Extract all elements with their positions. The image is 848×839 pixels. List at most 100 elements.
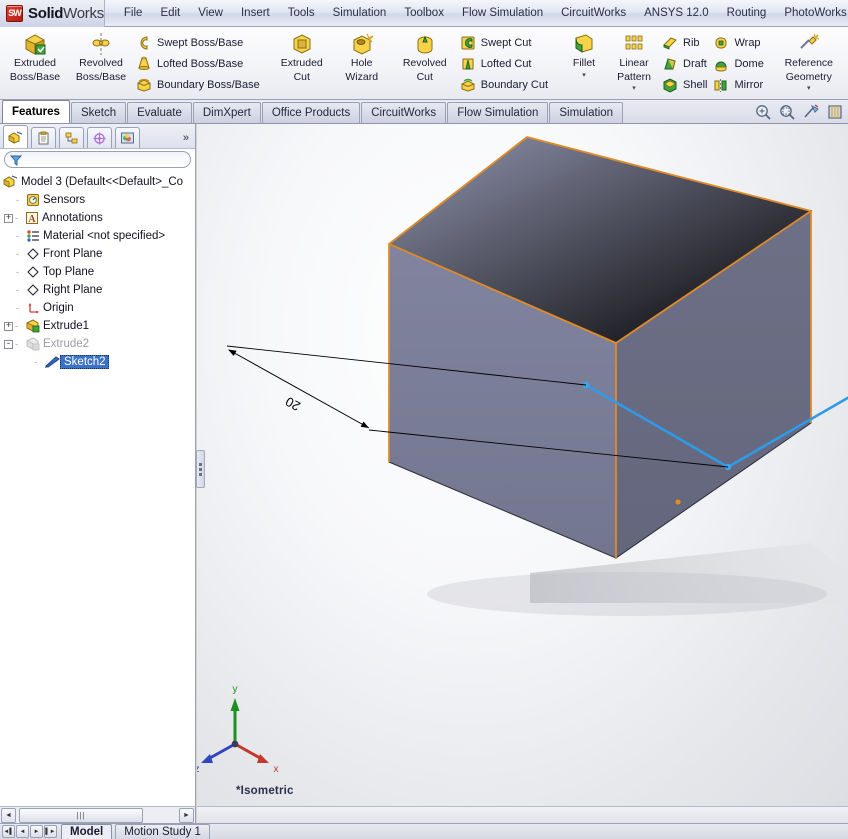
reference-geometry-dropdown-caret[interactable]: ▾	[807, 85, 811, 92]
lofted-cut-button[interactable]: Lofted Cut	[458, 53, 552, 74]
tab-simulation[interactable]: Simulation	[549, 102, 624, 123]
feature-tree-tab[interactable]	[3, 125, 28, 148]
rib-button[interactable]: Rib	[660, 32, 711, 53]
tree-item-extrude1[interactable]: + - Extrude1	[0, 317, 195, 335]
tree-item-model-root[interactable]: Model 3 (Default<<Default>_Co	[0, 173, 195, 191]
panel-splitter-handle[interactable]	[196, 450, 205, 488]
shell-button[interactable]: Shell	[660, 74, 711, 95]
previous-view-icon[interactable]	[802, 103, 820, 121]
scroll-thumb[interactable]: |||	[19, 807, 143, 823]
tab-flow-simulation[interactable]: Flow Simulation	[447, 102, 549, 123]
menu-routing[interactable]: Routing	[718, 4, 776, 22]
tree-label-extrude1: Extrude1	[43, 320, 90, 332]
linear-pattern-dropdown-caret[interactable]: ▾	[632, 85, 636, 92]
bottom-tab-motion-study[interactable]: Motion Study 1	[115, 824, 210, 839]
zoom-to-area-icon[interactable]	[778, 103, 796, 121]
features-small-commands-a: Rib Draft Shell	[660, 29, 711, 95]
extruded-cut-button[interactable]: Extruded Cut	[272, 29, 332, 83]
boundary-cut-button[interactable]: Boundary Cut	[458, 74, 552, 95]
menu-simulation[interactable]: Simulation	[324, 4, 396, 22]
draft-button[interactable]: Draft	[660, 53, 711, 74]
scroll-right-button[interactable]: ►	[179, 807, 194, 823]
scroll-left-button[interactable]: ◄	[1, 807, 16, 823]
tree-item-origin[interactable]: - Origin	[0, 299, 195, 317]
hole-wizard-button[interactable]: Hole Wizard	[332, 29, 392, 83]
tree-item-sketch2[interactable]: - Sketch2	[0, 353, 195, 371]
tree-item-annotations[interactable]: + - A Annotations	[0, 209, 195, 227]
sensors-icon	[27, 194, 39, 206]
tree-guide: -	[15, 321, 19, 331]
configuration-manager-tab[interactable]	[59, 127, 84, 148]
tab-office-products[interactable]: Office Products	[261, 102, 361, 123]
curves-button[interactable]: Curves ▾	[842, 29, 848, 79]
display-manager-tab[interactable]	[115, 127, 140, 148]
extruded-boss-base-button[interactable]: Extruded Boss/Base	[2, 29, 68, 83]
feature-tree-horizontal-scrollbar[interactable]: ◄ ||| ►	[0, 806, 196, 823]
feature-manager-tab-row: »	[0, 124, 195, 149]
swept-boss-base-button[interactable]: Swept Boss/Base	[134, 32, 264, 53]
coordinate-triad: y x z	[197, 684, 279, 775]
menu-tools[interactable]: Tools	[279, 4, 324, 22]
model-canvas[interactable]: 20 y x z	[197, 124, 848, 806]
tree-item-front-plane[interactable]: - Front Plane	[0, 245, 195, 263]
dimxpert-manager-tab[interactable]	[87, 127, 112, 148]
fillet-dropdown-caret[interactable]: ▾	[582, 72, 586, 79]
tree-expander-extrude1[interactable]: +	[4, 321, 13, 331]
nav-prev-button[interactable]: ◄	[16, 825, 29, 838]
nav-first-button[interactable]: ◄▌	[2, 825, 15, 838]
nav-next-button[interactable]: ►	[30, 825, 43, 838]
dome-button[interactable]: Dome	[711, 53, 767, 74]
tab-circuitworks[interactable]: CircuitWorks	[361, 102, 447, 123]
section-view-icon[interactable]	[826, 103, 844, 121]
status-bar	[197, 806, 848, 823]
shell-label: Shell	[683, 78, 708, 91]
fillet-button[interactable]: Fillet ▾	[560, 29, 608, 79]
revolved-cut-button[interactable]: Revolved Cut	[392, 29, 458, 83]
property-manager-tab[interactable]	[31, 127, 56, 148]
menu-ansys[interactable]: ANSYS 12.0	[635, 4, 718, 22]
menu-bar: SW SolidWorks File Edit View Insert Tool…	[0, 0, 848, 27]
tab-evaluate[interactable]: Evaluate	[127, 102, 192, 123]
tab-sketch[interactable]: Sketch	[70, 102, 127, 123]
sketch-point-orange[interactable]	[675, 499, 681, 505]
nav-last-button[interactable]: ▌►	[44, 825, 57, 838]
origin-icon	[28, 303, 39, 314]
menu-toolbox[interactable]: Toolbox	[395, 4, 453, 22]
menu-photoworks[interactable]: PhotoWorks	[775, 4, 848, 22]
linear-pattern-button[interactable]: Linear Pattern ▾	[608, 29, 660, 92]
menu-circuitworks[interactable]: CircuitWorks	[552, 4, 635, 22]
bottom-tab-model[interactable]: Model	[61, 824, 113, 839]
zoom-to-fit-icon[interactable]	[754, 103, 772, 121]
tree-item-right-plane[interactable]: - Right Plane	[0, 281, 195, 299]
mirror-button[interactable]: Mirror	[711, 74, 767, 95]
menu-flow-simulation[interactable]: Flow Simulation	[453, 4, 552, 22]
mirror-label: Mirror	[734, 78, 764, 91]
tab-dimxpert[interactable]: DimXpert	[192, 102, 261, 123]
tree-item-top-plane[interactable]: - Top Plane	[0, 263, 195, 281]
tree-filter-input[interactable]	[26, 153, 185, 166]
revolved-boss-base-button[interactable]: Revolved Boss/Base	[68, 29, 134, 83]
tree-expander-annotations[interactable]: +	[4, 213, 13, 223]
wrap-button[interactable]: Wrap	[711, 32, 767, 53]
ribbon-toolbar: Extruded Boss/Base Revolved Boss/Base Sw…	[0, 27, 848, 100]
annotations-icon: A	[26, 212, 38, 225]
tree-item-extrude2[interactable]: - - Extrude2	[0, 335, 195, 353]
menu-file[interactable]: File	[115, 4, 152, 22]
extruded-boss-label-2: Boss/Base	[9, 70, 61, 83]
feature-manager-overflow-chevron[interactable]: »	[183, 132, 189, 144]
rib-icon	[663, 36, 677, 50]
reference-geometry-button[interactable]: Reference Geometry ▾	[776, 29, 842, 92]
tree-item-material[interactable]: - Material <not specified>	[0, 227, 195, 245]
tree-filter-box[interactable]	[4, 151, 191, 168]
graphics-area[interactable]: 20 y x z *Isometric	[197, 124, 848, 806]
boundary-boss-base-button[interactable]: Boundary Boss/Base	[134, 74, 264, 95]
swept-cut-button[interactable]: Swept Cut	[458, 32, 552, 53]
menu-edit[interactable]: Edit	[151, 4, 189, 22]
menu-insert[interactable]: Insert	[232, 4, 279, 22]
hole-wizard-label-2: Wizard	[345, 70, 379, 83]
tree-item-sensors[interactable]: - Sensors	[0, 191, 195, 209]
tree-expander-extrude2[interactable]: -	[4, 339, 13, 349]
menu-view[interactable]: View	[189, 4, 232, 22]
tab-features[interactable]: Features	[2, 100, 70, 123]
lofted-boss-base-button[interactable]: Lofted Boss/Base	[134, 53, 264, 74]
